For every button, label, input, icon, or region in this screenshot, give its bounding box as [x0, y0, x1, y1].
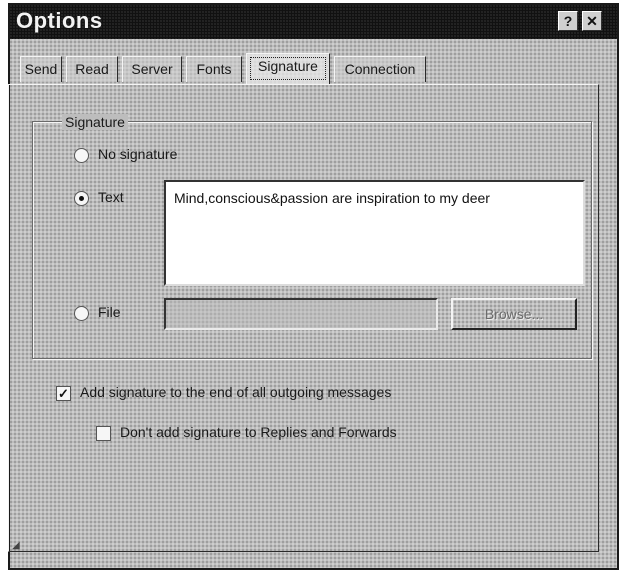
help-button[interactable]: ? — [558, 11, 578, 31]
tab-connection[interactable]: Connection — [334, 56, 426, 82]
file-signature-radio[interactable] — [74, 306, 89, 321]
resize-grip-icon[interactable]: ◢ — [12, 540, 20, 551]
tab-read[interactable]: Read — [66, 56, 118, 82]
title-bar[interactable]: Options ? ✕ — [10, 5, 617, 39]
tab-server[interactable]: Server — [122, 56, 182, 82]
window-title: Options — [16, 8, 103, 33]
close-icon: ✕ — [586, 13, 598, 29]
signature-group-label: Signature — [62, 114, 128, 130]
signature-text-field[interactable]: Mind,conscious&passion are inspiration t… — [164, 180, 585, 286]
signature-text-value: Mind,conscious&passion are inspiration t… — [174, 190, 490, 206]
file-signature-label[interactable]: File — [98, 304, 121, 320]
tab-fonts[interactable]: Fonts — [186, 56, 242, 82]
tab-signature[interactable]: Signature — [246, 53, 330, 84]
tab-send[interactable]: Send — [20, 56, 62, 82]
dont-add-signature-label[interactable]: Don't add signature to Replies and Forwa… — [120, 424, 397, 440]
browse-button[interactable]: Browse... — [451, 298, 577, 330]
close-button[interactable]: ✕ — [582, 11, 602, 31]
no-signature-radio[interactable] — [74, 148, 89, 163]
signature-file-field[interactable] — [164, 298, 438, 330]
check-icon: ✓ — [58, 386, 69, 401]
add-signature-checkbox[interactable]: ✓ — [56, 386, 71, 401]
dont-add-signature-checkbox[interactable] — [96, 426, 111, 441]
no-signature-label[interactable]: No signature — [98, 146, 177, 162]
text-signature-radio[interactable] — [74, 191, 89, 206]
help-icon: ? — [563, 13, 573, 29]
add-signature-label[interactable]: Add signature to the end of all outgoing… — [80, 384, 391, 400]
text-signature-label[interactable]: Text — [98, 189, 124, 205]
